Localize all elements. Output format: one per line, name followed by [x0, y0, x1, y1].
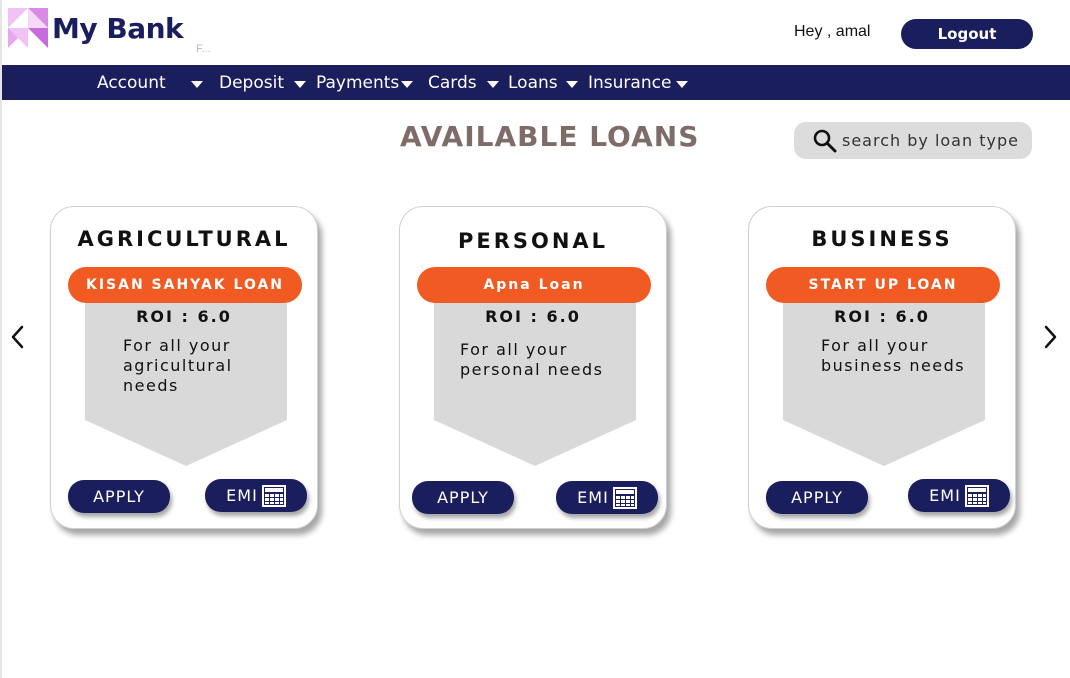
- loan-roi: ROI : 6.0: [485, 307, 581, 326]
- loan-info-shield: [783, 302, 985, 466]
- logout-button[interactable]: Logout: [901, 19, 1033, 49]
- caret-down-icon: [676, 80, 689, 88]
- nav-item-label: Account: [97, 72, 166, 93]
- loan-name-ribbon: KISAN SAHYAK LOAN: [68, 267, 302, 303]
- loan-card-business: BUSINESS START UP LOAN ROI : 6.0 For all…: [748, 206, 1016, 529]
- brand-name: My Bank: [52, 12, 184, 45]
- nav-item-label: Insurance: [588, 72, 672, 93]
- loan-card-agricultural: AGRICULTURAL KISAN SAHYAK LOAN ROI : 6.0…: [50, 206, 318, 529]
- apply-label: APPLY: [93, 487, 145, 506]
- nav-item-loans[interactable]: Loans: [508, 65, 578, 100]
- nav-item-label: Cards: [428, 72, 477, 93]
- chevron-right-icon[interactable]: [1038, 322, 1062, 352]
- caret-down-icon: [294, 80, 306, 88]
- loan-category: AGRICULTURAL: [77, 227, 291, 251]
- loan-info-shield: [434, 302, 636, 466]
- emi-button[interactable]: EMI: [908, 479, 1010, 512]
- caret-down-icon: [190, 80, 203, 88]
- caret-down-icon: [486, 80, 499, 88]
- apply-button[interactable]: APPLY: [68, 480, 170, 513]
- chevron-left-icon[interactable]: [6, 322, 30, 352]
- user-greeting: Hey , amal: [794, 23, 871, 40]
- calculator-icon: [261, 484, 286, 507]
- loan-description: For all your agricultural needs: [123, 336, 233, 395]
- caret-down-icon: [565, 80, 578, 88]
- nav-item-account[interactable]: Account: [97, 65, 203, 100]
- loan-roi: ROI : 6.0: [834, 307, 930, 326]
- caret-down-icon: [401, 80, 414, 88]
- nav-item-cards[interactable]: Cards: [428, 65, 499, 100]
- bank-logo-icon: [8, 8, 48, 48]
- calculator-icon: [612, 486, 637, 509]
- nav-item-label: Payments: [316, 72, 400, 93]
- loan-description: For all your personal needs: [460, 340, 604, 379]
- page-title: AVAILABLE LOANS: [400, 120, 700, 153]
- brand-subtitle: F...: [196, 43, 211, 55]
- calculator-icon: [964, 484, 989, 507]
- nav-item-label: Deposit: [219, 72, 284, 93]
- loan-roi: ROI : 6.0: [136, 307, 232, 326]
- search-input[interactable]: [842, 131, 1032, 150]
- loan-card-personal: PERSONAL Apna Loan ROI : 6.0 For all you…: [399, 206, 667, 529]
- nav-item-payments[interactable]: Payments: [316, 65, 414, 100]
- search-icon[interactable]: [812, 128, 838, 154]
- header: My Bank F... Hey , amal Logout: [2, 0, 1070, 65]
- loan-category: PERSONAL: [457, 229, 609, 253]
- apply-button[interactable]: APPLY: [412, 481, 514, 514]
- loan-category: BUSINESS: [811, 227, 953, 251]
- nav-item-deposit[interactable]: Deposit: [219, 65, 306, 100]
- search-box[interactable]: [794, 122, 1032, 159]
- loan-name-ribbon: START UP LOAN: [766, 267, 1000, 303]
- emi-label: EMI: [577, 488, 609, 507]
- apply-label: APPLY: [791, 488, 843, 507]
- nav-item-label: Loans: [508, 72, 558, 93]
- emi-label: EMI: [929, 486, 961, 505]
- apply-button[interactable]: APPLY: [766, 481, 868, 514]
- emi-label: EMI: [226, 486, 258, 505]
- main-nav: Account Deposit Payments Cards Loans Ins…: [2, 65, 1070, 100]
- loan-name-ribbon: Apna Loan: [417, 267, 651, 303]
- nav-item-insurance[interactable]: Insurance: [588, 65, 689, 100]
- emi-button[interactable]: EMI: [205, 479, 307, 512]
- emi-button[interactable]: EMI: [556, 481, 658, 514]
- loan-description: For all your business needs: [821, 336, 966, 375]
- apply-label: APPLY: [437, 488, 489, 507]
